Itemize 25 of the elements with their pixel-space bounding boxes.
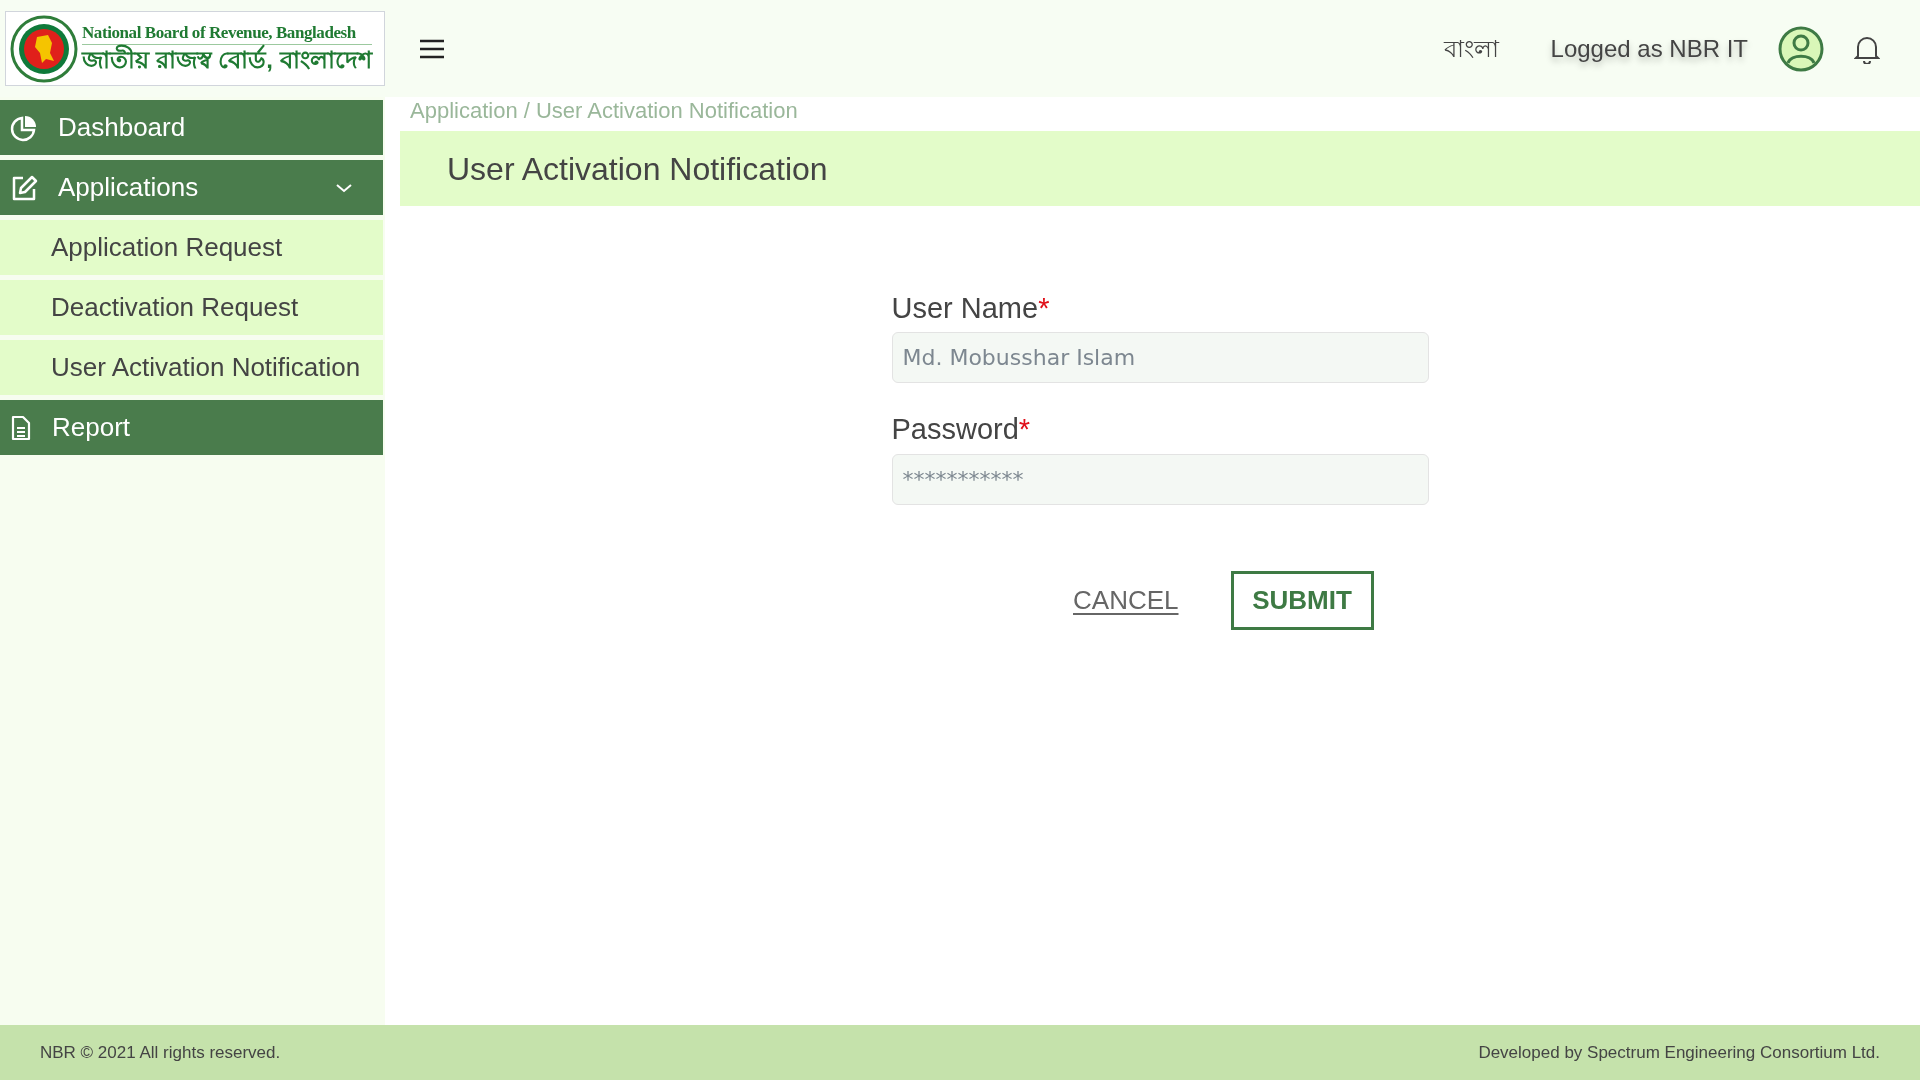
page-title: User Activation Notification	[447, 149, 828, 189]
sidebar-subitem[interactable]: User Activation Notification	[0, 340, 383, 395]
user-avatar-icon[interactable]	[1778, 25, 1824, 72]
emblem-icon	[10, 14, 78, 83]
copyright-text: NBR © 2021 All rights reserved.	[40, 1041, 281, 1064]
breadcrumb: Application / User Activation Notification	[409, 97, 799, 125]
edit-icon	[10, 173, 38, 202]
logo-subtitle: জাতীয় রাজস্ব বোর্ড, বাংলাদেশ	[82, 44, 372, 75]
field-label: Password*	[891, 412, 1032, 448]
sidebar-item[interactable]: Applications	[0, 160, 383, 215]
sidebar-item[interactable]: Report	[0, 400, 383, 455]
cancel-button[interactable]: CANCEL	[1073, 580, 1179, 620]
field-label: User Name*	[891, 291, 1051, 326]
pie-chart-icon	[10, 113, 38, 142]
language-link[interactable]: বাংলা	[1443, 30, 1499, 67]
document-icon	[10, 414, 32, 441]
developer-credit: Developed by Spectrum Engineering Consortium Ltd.	[1478, 1041, 1880, 1064]
submit-button[interactable]: SUBMIT	[1230, 570, 1374, 630]
sidebar-item[interactable]: Dashboard	[0, 100, 383, 155]
sidebar-subitem[interactable]: Deactivation Request	[0, 280, 383, 335]
input-field[interactable]: Md. Mobusshar Islam	[891, 332, 1429, 384]
logo-title: National Board of Revenue, Bangladesh	[82, 22, 372, 45]
password-field[interactable]: ***********	[891, 453, 1429, 505]
sidebar-subitem[interactable]: Application Request	[0, 220, 383, 275]
user-label: Logged as NBR IT	[1550, 33, 1748, 64]
